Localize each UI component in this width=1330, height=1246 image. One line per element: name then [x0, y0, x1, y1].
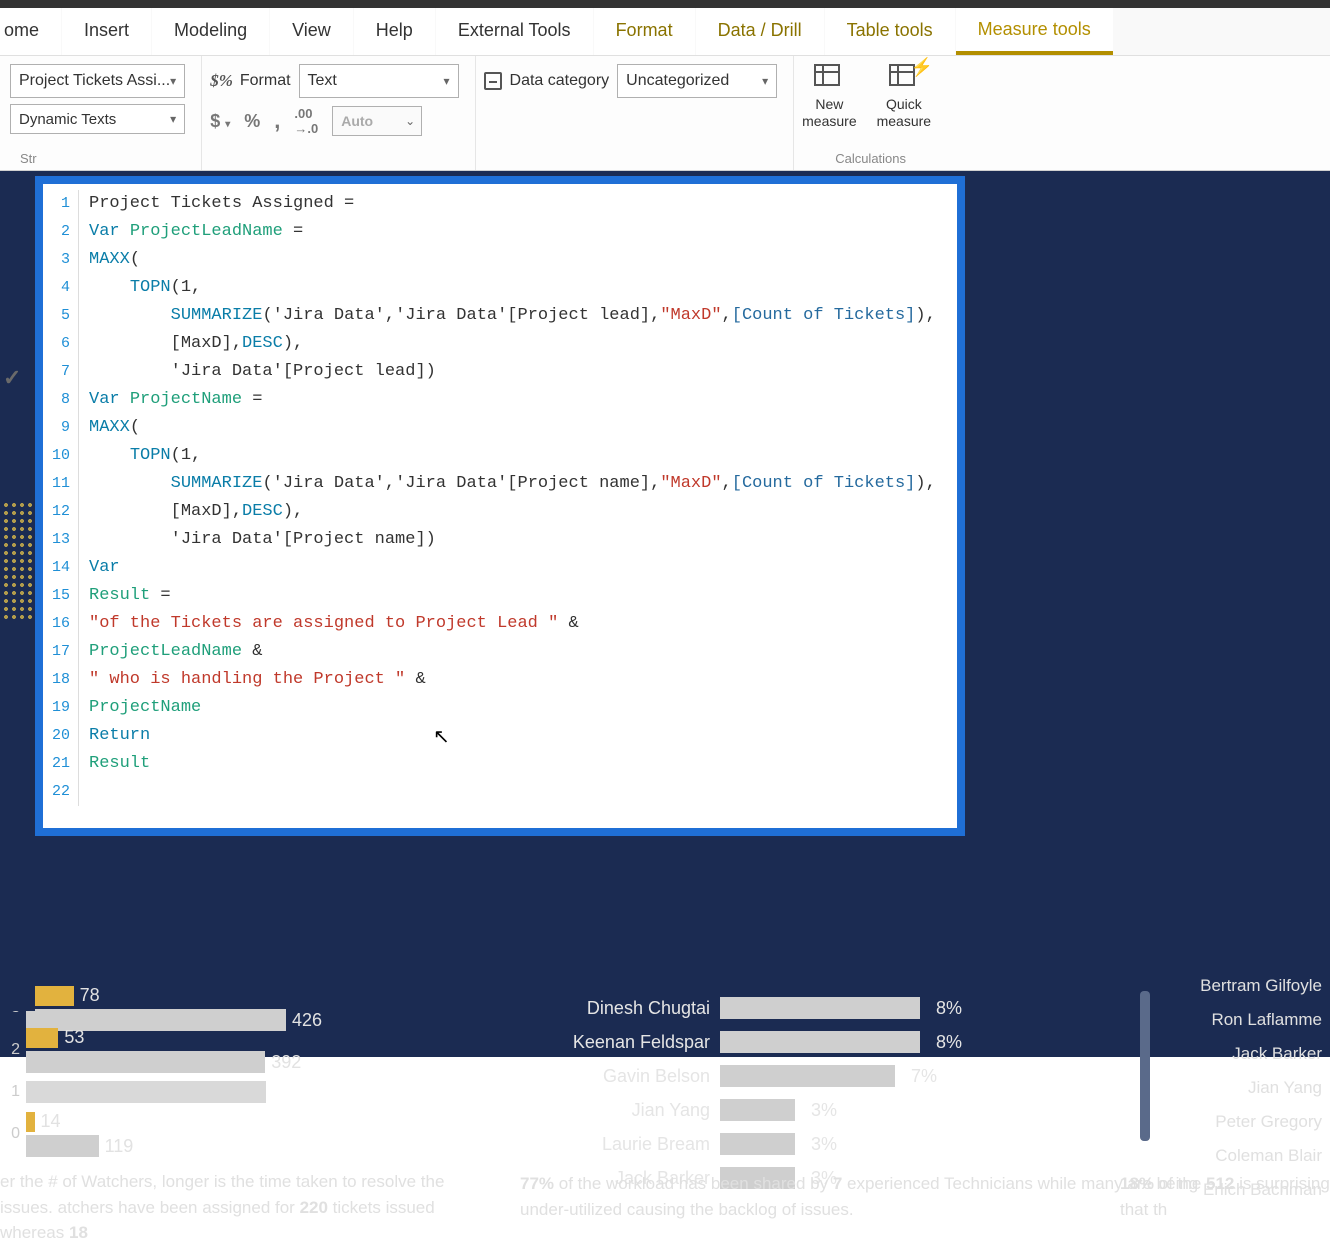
format-type-text: Text: [308, 72, 337, 90]
commit-check-icon[interactable]: ✓: [3, 365, 21, 391]
data-category-text: Uncategorized: [626, 72, 729, 90]
ribbon-tab-format[interactable]: Format: [594, 8, 695, 55]
grid-icon: [814, 64, 840, 86]
watchers-caption: er the # of Watchers, longer is the time…: [0, 1169, 480, 1246]
group-calculations-label: Calculations: [835, 151, 906, 166]
format-label-row: $% Format: [210, 71, 290, 91]
list-item: Bertram Gilfoyle: [1130, 976, 1330, 1010]
group-structure-label: Str: [20, 151, 37, 166]
bar-row: 1: [0, 1075, 470, 1109]
group-calculations: New measure ⚡ Quick measure Calculations: [794, 56, 947, 170]
new-measure-button[interactable]: New measure: [802, 64, 856, 130]
ribbon-tab-view[interactable]: View: [270, 8, 353, 55]
ribbon-tab-help[interactable]: Help: [354, 8, 435, 55]
window-titlebar: [0, 0, 1330, 8]
bar-row: Jian Yang3%: [530, 1093, 1180, 1127]
measure-name-text: Project Tickets Assi...: [19, 72, 170, 90]
lightning-icon: ⚡: [911, 58, 925, 76]
group-formatting: $% Format Text $ ▾ % , .00→.0 Auto: [202, 56, 475, 170]
ribbon-tab-insert[interactable]: Insert: [62, 8, 151, 55]
list-item: Jack Barker: [1130, 1044, 1330, 1078]
bar-row: Gavin Belson7%: [530, 1059, 1180, 1093]
bar-row: Dinesh Chugtai8%: [530, 991, 1180, 1025]
bar-row: Keenan Feldspar8%: [530, 1025, 1180, 1059]
bar-row: 378426: [0, 991, 470, 1025]
bar-row: 253392: [0, 1033, 470, 1067]
technicians-bar-chart: Dinesh Chugtai8%Keenan Feldspar8%Gavin B…: [530, 991, 1180, 1195]
new-measure-label: New measure: [802, 96, 856, 130]
quick-measure-label: Quick measure: [877, 96, 931, 130]
home-table-text: Dynamic Texts: [19, 111, 116, 128]
ribbon-tabstrip: omeInsertModelingViewHelpExternal ToolsF…: [0, 8, 1330, 56]
ribbon-tab-measure-tools[interactable]: Measure tools: [956, 8, 1113, 55]
dax-editor[interactable]: 12345678910111213141516171819202122 Proj…: [43, 190, 957, 806]
list-item: Peter Gregory: [1130, 1112, 1330, 1146]
mouse-cursor-icon: ↖: [433, 724, 450, 749]
data-category-icon: [484, 72, 502, 90]
ribbon-tab-modeling[interactable]: Modeling: [152, 8, 269, 55]
decimal-button[interactable]: .00→.0: [294, 106, 318, 136]
measure-name-box[interactable]: Project Tickets Assi...: [10, 64, 185, 98]
bar-row: 014119: [0, 1117, 470, 1151]
ribbon-tab-table-tools[interactable]: Table tools: [825, 8, 955, 55]
data-category-select[interactable]: Uncategorized: [617, 64, 777, 98]
technicians-caption: 77% of the workload has been shared by 7…: [520, 1171, 1200, 1222]
ribbon-tab-data-drill[interactable]: Data / Drill: [696, 8, 824, 55]
home-table-select[interactable]: Dynamic Texts: [10, 104, 185, 134]
group-structure: Project Tickets Assi... Dynamic Texts St…: [10, 56, 202, 170]
comma-button[interactable]: ,: [274, 108, 280, 134]
watchers-bar-chart: 378426 253392 1 014119: [0, 991, 470, 1159]
bar-row: Laurie Bream3%: [530, 1127, 1180, 1161]
list-item: Jian Yang: [1130, 1078, 1330, 1112]
view-rail: ✓: [0, 361, 35, 1011]
format-label: Format: [240, 72, 291, 90]
code-content[interactable]: Project Tickets Assigned = Var ProjectLe…: [79, 190, 936, 806]
ribbon-body: Project Tickets Assi... Dynamic Texts St…: [0, 56, 1330, 171]
line-gutter: 12345678910111213141516171819202122: [43, 190, 79, 806]
formula-bar-expanded[interactable]: 12345678910111213141516171819202122 Proj…: [35, 176, 965, 836]
format-type-select[interactable]: Text: [299, 64, 459, 98]
group-properties: Data category Uncategorized: [476, 56, 795, 170]
currency-button[interactable]: $ ▾: [210, 111, 230, 132]
ribbon-tab-ome[interactable]: ome: [0, 8, 61, 55]
format-prefix-icon: $%: [210, 71, 233, 91]
decimal-places-placeholder: Auto: [341, 113, 373, 129]
data-category-label: Data category: [510, 72, 610, 90]
list-item: Ron Laflamme: [1130, 1010, 1330, 1044]
quick-measure-button[interactable]: ⚡ Quick measure: [877, 64, 931, 130]
ribbon-tab-external-tools[interactable]: External Tools: [436, 8, 593, 55]
right-caption: 18% of the 512 is surprising that th: [1120, 1171, 1330, 1222]
decimal-places-input[interactable]: Auto: [332, 106, 422, 136]
percent-button[interactable]: %: [244, 111, 260, 132]
rail-pattern: [2, 501, 32, 621]
format-buttons-row: $ ▾ % , .00→.0 Auto: [210, 106, 458, 136]
